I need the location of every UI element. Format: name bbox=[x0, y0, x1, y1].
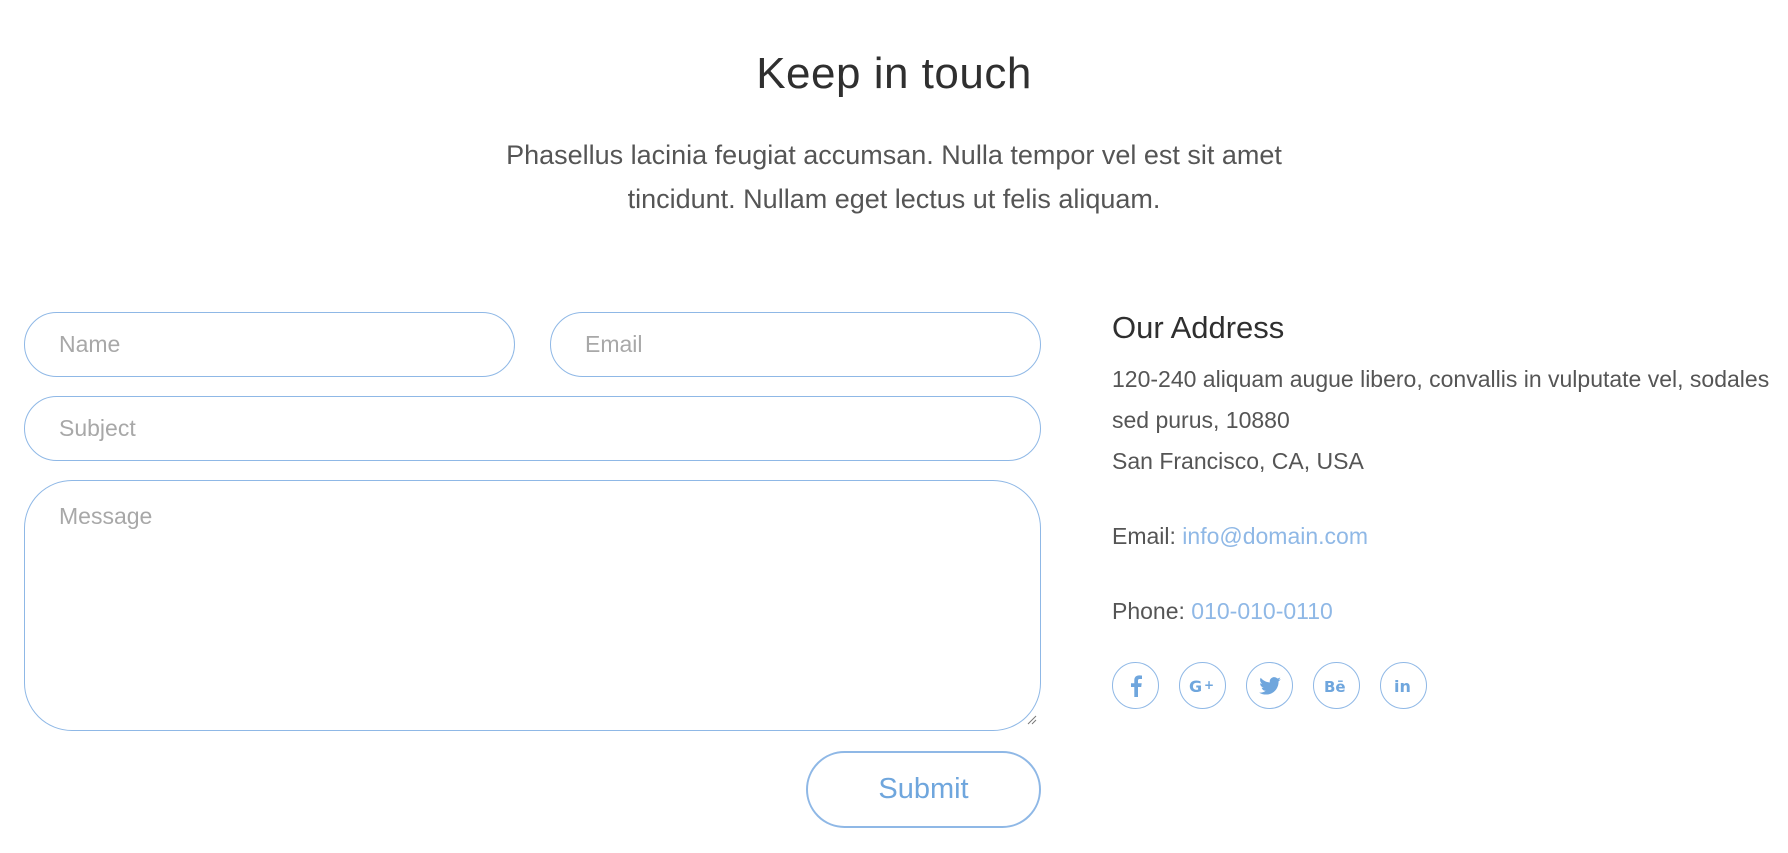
social-links: G + Bē in bbox=[1112, 662, 1782, 709]
svg-text:Bē: Bē bbox=[1324, 678, 1346, 695]
email-link[interactable]: info@domain.com bbox=[1182, 523, 1368, 549]
message-textarea[interactable] bbox=[24, 480, 1041, 731]
address-line-1: 120-240 aliquam augue libero, convallis … bbox=[1112, 366, 1770, 392]
google-plus-icon: G + bbox=[1189, 677, 1214, 695]
behance-icon: Bē bbox=[1324, 678, 1346, 695]
resize-grip-icon[interactable] bbox=[1025, 713, 1037, 725]
address-line-2: sed purus, 10880 bbox=[1112, 407, 1290, 433]
linkedin-icon: in bbox=[1394, 677, 1411, 695]
behance-button[interactable]: Bē bbox=[1313, 662, 1360, 709]
intro-text: Phasellus lacinia feugiat accumsan. Null… bbox=[494, 133, 1294, 221]
address-block: Our Address 120-240 aliquam augue libero… bbox=[1112, 305, 1782, 709]
twitter-button[interactable] bbox=[1246, 662, 1293, 709]
phone-label: Phone: bbox=[1112, 598, 1185, 624]
facebook-icon bbox=[1130, 674, 1142, 697]
contact-section: Keep in touch Phasellus lacinia feugiat … bbox=[0, 0, 1788, 853]
submit-button[interactable]: Submit bbox=[806, 751, 1041, 828]
address-line-3: San Francisco, CA, USA bbox=[1112, 448, 1364, 474]
address-title: Our Address bbox=[1112, 310, 1285, 345]
svg-text:+: + bbox=[1204, 678, 1214, 692]
svg-text:G: G bbox=[1189, 677, 1202, 695]
intro-line-2: tincidunt. Nullam eget lectus ut felis a… bbox=[627, 184, 1161, 214]
phone-link[interactable]: 010-010-0110 bbox=[1191, 598, 1333, 624]
page-title: Keep in touch bbox=[756, 49, 1032, 98]
email-input[interactable] bbox=[550, 312, 1041, 377]
facebook-button[interactable] bbox=[1112, 662, 1159, 709]
twitter-icon bbox=[1258, 676, 1281, 695]
svg-text:in: in bbox=[1394, 677, 1411, 695]
phone-line: Phone: 010-010-0110 bbox=[1112, 591, 1782, 632]
address-text: 120-240 aliquam augue libero, convallis … bbox=[1112, 359, 1782, 482]
email-label: Email: bbox=[1112, 523, 1176, 549]
email-line: Email: info@domain.com bbox=[1112, 516, 1782, 557]
linkedin-button[interactable]: in bbox=[1380, 662, 1427, 709]
intro-line-1: Phasellus lacinia feugiat accumsan. Null… bbox=[506, 140, 1282, 170]
name-input[interactable] bbox=[24, 312, 515, 377]
google-plus-button[interactable]: G + bbox=[1179, 662, 1226, 709]
subject-input[interactable] bbox=[24, 396, 1041, 461]
